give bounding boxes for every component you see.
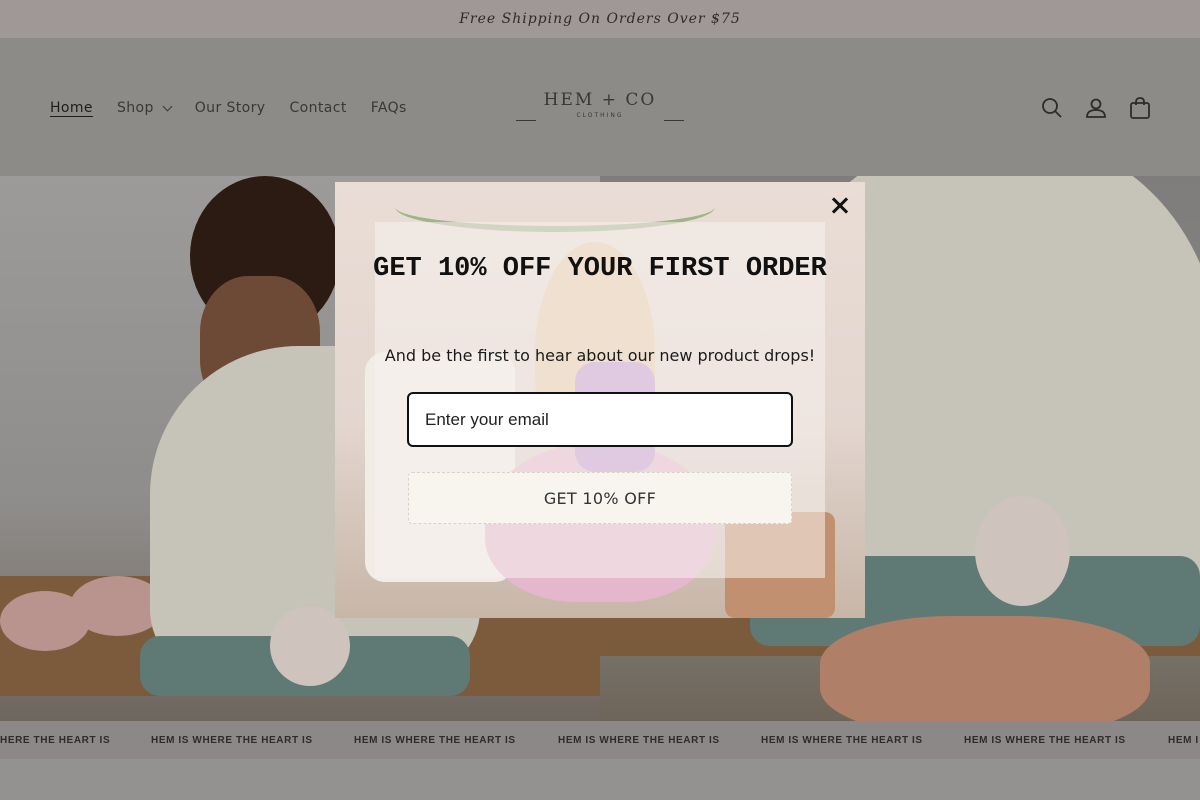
announcement-bar: Free Shipping On Orders Over $75: [0, 0, 1200, 38]
site-header: Home Shop Our Story Contact FAQs HEM + C…: [0, 38, 1200, 176]
discount-popup: GET 10% OFF YOUR FIRST ORDER And be the …: [335, 182, 865, 618]
marquee-item: HEM IS WHERE THE HEART IS: [761, 734, 923, 746]
email-input[interactable]: [407, 392, 793, 447]
logo-sub-text: CLOTHING: [576, 112, 624, 119]
child-legs: [820, 616, 1150, 721]
nav-our-story[interactable]: Our Story: [195, 100, 266, 116]
marquee-strip: HERE THE HEART IS HEM IS WHERE THE HEART…: [0, 721, 1200, 759]
nav-shop-label: Shop: [116, 100, 154, 116]
get-discount-button[interactable]: GET 10% OFF: [408, 472, 792, 524]
marquee-item: HERE THE HEART IS: [0, 734, 111, 746]
chevron-down-icon: [162, 101, 173, 112]
logo-rule-right: [664, 120, 684, 121]
search-icon[interactable]: [1040, 96, 1064, 120]
announcement-text: Free Shipping On Orders Over $75: [459, 11, 741, 27]
main-nav: Home Shop Our Story Contact FAQs: [50, 100, 407, 116]
logo-rule-left: [516, 120, 536, 121]
site-logo[interactable]: HEM + CO CLOTHING: [516, 90, 684, 126]
marquee-item: HEM I: [1168, 734, 1199, 746]
popup-title: GET 10% OFF YOUR FIRST ORDER: [373, 254, 827, 284]
nav-shop[interactable]: Shop: [116, 100, 173, 116]
marquee-item: HEM IS WHERE THE HEART IS: [964, 734, 1126, 746]
account-icon[interactable]: [1084, 96, 1108, 120]
logo-main-text: HEM + CO: [543, 90, 657, 110]
nav-faqs[interactable]: FAQs: [371, 100, 407, 116]
nav-home[interactable]: Home: [50, 100, 93, 116]
marquee-item: HEM IS WHERE THE HEART IS: [558, 734, 720, 746]
close-icon[interactable]: [828, 194, 852, 218]
popup-subtitle: And be the first to hear about our new p…: [384, 346, 816, 365]
header-icons: [1040, 96, 1152, 120]
nav-contact[interactable]: Contact: [289, 100, 346, 116]
white-pumpkin: [975, 496, 1070, 606]
marquee-item: HEM IS WHERE THE HEART IS: [354, 734, 516, 746]
page-bottom-section: [0, 759, 1200, 800]
marquee-item: HEM IS WHERE THE HEART IS: [151, 734, 313, 746]
cart-icon[interactable]: [1128, 96, 1152, 120]
white-pumpkin: [270, 606, 350, 686]
